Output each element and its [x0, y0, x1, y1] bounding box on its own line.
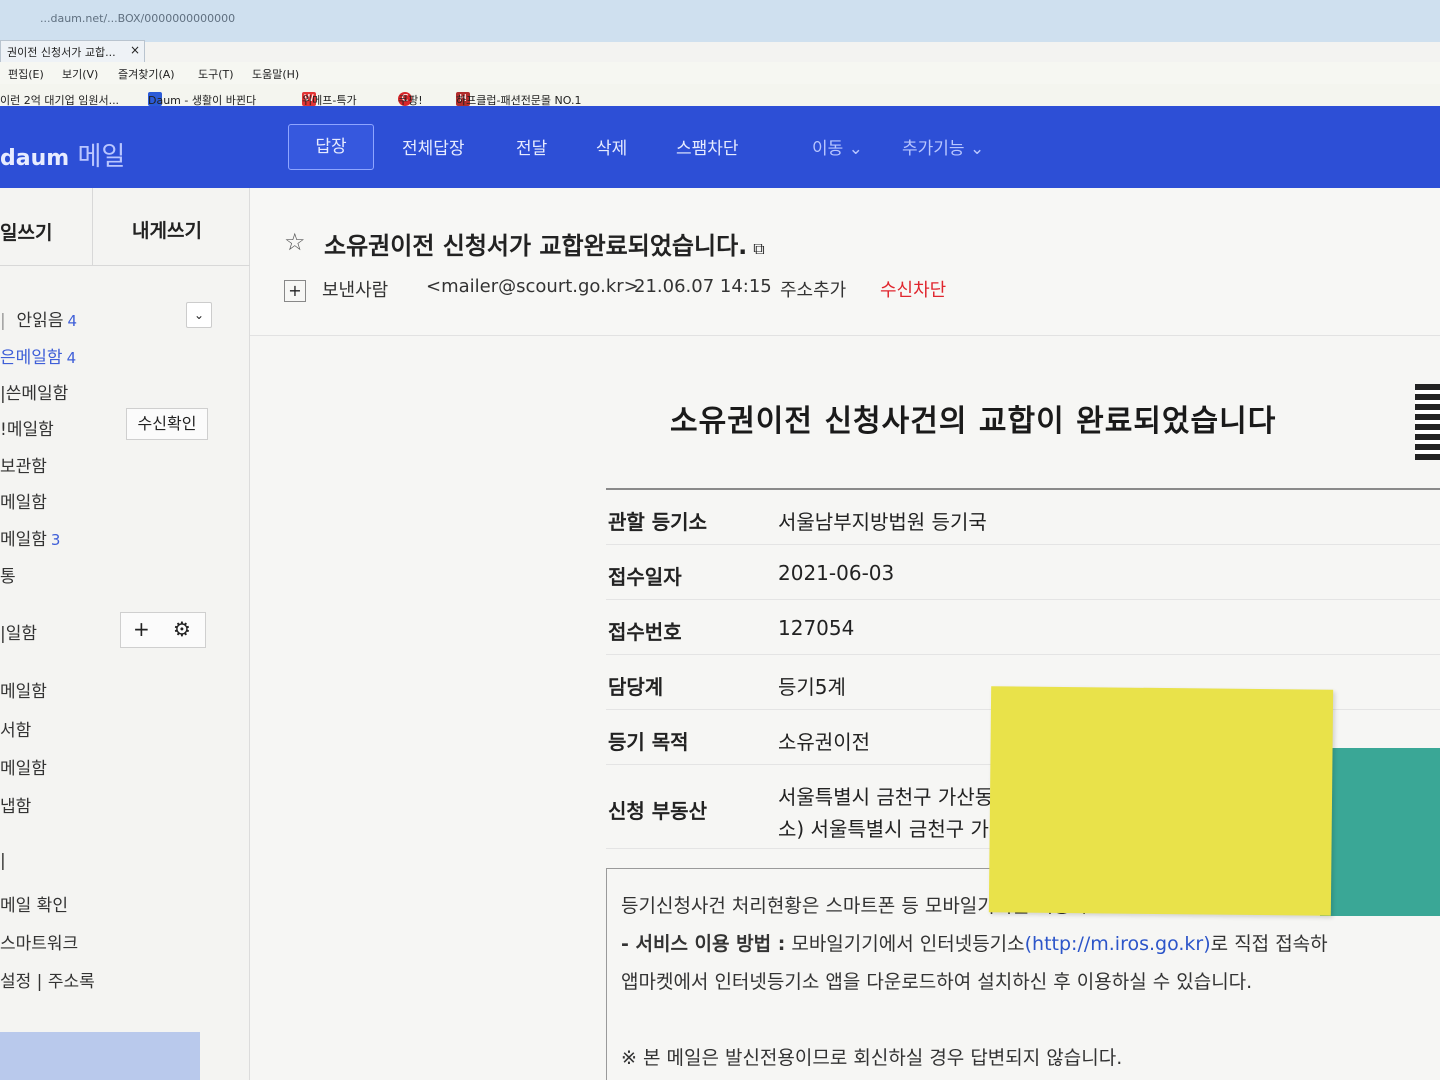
sidebar-item-mailbox[interactable]: 메일함 [0, 677, 47, 702]
message-header: ☆ 소유권이전 신청서가 교합완료되었습니다. ⧉ + 보낸사람 <mailer@… [250, 188, 1440, 336]
sidebar-item-mailbox[interactable]: 메일함 [0, 488, 47, 513]
star-icon[interactable]: ☆ [284, 228, 306, 256]
notice-footer: ※ 본 메일은 발신전용이므로 회신하실 경우 답변되지 않습니다. [621, 1047, 1123, 1069]
document-title: 소유권이전 신청사건의 교합이 완료되었습니다 [670, 404, 1277, 439]
menu-view[interactable]: 보기(V) [62, 66, 98, 82]
add-folder-icon[interactable]: + [133, 617, 150, 641]
browser-menubar: 편집(E) 보기(V) 즐겨찾기(A) 도구(T) 도움말(H) [0, 62, 1440, 84]
sidebar-item-check-mail[interactable]: 메일 확인 [0, 891, 68, 916]
delete-button[interactable]: 삭제 [596, 134, 627, 159]
message-subject: 소유권이전 신청서가 교합완료되었습니다. ⧉ [324, 232, 765, 260]
table-row: 관할 등기소 서울남부지방법원 등기국 [606, 490, 1440, 545]
address-text[interactable]: ...daum.net/...BOX/0000000000000 [40, 12, 235, 25]
sidebar-item-mailbox[interactable]: 서함 [0, 716, 31, 741]
favorites-bar: 이런 2억 대기업 임원서... Daum - 생활이 바뀐다 W 위메프-특가 … [0, 84, 1440, 107]
sidebar-item-mailbox[interactable]: 메일함 3 [0, 525, 60, 550]
table-row: 접수번호 127054 [606, 600, 1440, 655]
message-pane: ☆ 소유권이전 신청서가 교합완료되었습니다. ⧉ + 보낸사람 <mailer@… [250, 188, 1440, 1080]
sidebar-item-sent[interactable]: |쓴메일함 [0, 379, 68, 404]
self-compose-button[interactable]: 내게쓰기 [132, 216, 202, 243]
menu-tools[interactable]: 도구(T) [198, 66, 234, 82]
sidebar-item-mailbox[interactable]: 냅함 [0, 792, 31, 817]
more-functions-dropdown[interactable]: 추가기능 ⌄ [902, 134, 984, 159]
table-row: 접수일자 2021-06-03 [606, 545, 1440, 600]
sidebar-item-misc[interactable]: | [0, 851, 6, 871]
notice-line: - 서비스 이용 방법 : 모바일기기에서 인터넷등기소(http://m.ir… [621, 933, 1328, 955]
sidebar-item-trash[interactable]: 통 [0, 562, 16, 587]
divider [92, 188, 93, 266]
add-contact-link[interactable]: 주소추가 [780, 276, 846, 302]
spam-block-button[interactable]: 스팸차단 [676, 134, 739, 159]
copy-icon[interactable]: ⧉ [753, 239, 764, 259]
sidebar-item-mailbox[interactable]: 메일함 [0, 754, 47, 779]
reply-all-button[interactable]: 전체답장 [402, 134, 465, 159]
sidebar-item-mailbox[interactable]: !메일함 [0, 415, 54, 440]
folder-controls: + ⚙ [120, 612, 206, 648]
move-dropdown[interactable]: 이동 ⌄ [812, 134, 863, 159]
chevron-down-icon[interactable]: ⌄ [186, 302, 212, 328]
menu-help[interactable]: 도움말(H) [252, 66, 299, 82]
message-date: 21.06.07 14:15 [634, 276, 772, 297]
read-receipt-button[interactable]: 수신확인 [126, 408, 208, 440]
tab-close-icon[interactable]: × [130, 43, 140, 57]
block-sender-link[interactable]: 수신차단 [880, 276, 946, 302]
sender-label: 보낸사람 [322, 280, 389, 301]
menu-edit[interactable]: 편집(E) [8, 66, 44, 82]
browser-tab[interactable]: 권이전 신청서가 교합... × [0, 40, 145, 62]
menu-favorites[interactable]: 즐겨찾기(A) [118, 66, 175, 82]
browser-address-bar: ...daum.net/...BOX/0000000000000 [0, 0, 1440, 42]
unread-filter[interactable]: | 안읽음 4 [0, 306, 77, 331]
sticky-note-overlay [988, 686, 1334, 916]
sidebar-item-settings-contacts[interactable]: 설정 | 주소록 [0, 967, 95, 992]
sender-email[interactable]: <mailer@scourt.go.kr> [426, 276, 639, 297]
qr-code [1415, 384, 1440, 460]
daum-mail-logo[interactable]: daum 메일 [0, 136, 125, 173]
expand-icon[interactable]: + [284, 280, 306, 302]
compose-area: 일쓰기 내게쓰기 [0, 188, 250, 266]
sidebar-banner[interactable] [0, 1032, 200, 1080]
sidebar-item-smartwork[interactable]: 스마트워크 [0, 929, 78, 954]
notice-line: 앱마켓에서 인터넷등기소 앱을 다운로드하여 설치하신 후 이용하실 수 있습니… [621, 971, 1253, 993]
gear-icon[interactable]: ⚙ [173, 617, 191, 641]
sidebar-item-my-folders[interactable]: |일함 [0, 619, 37, 644]
sidebar-item-inbox[interactable]: 은메일함 4 [0, 343, 76, 368]
teal-paper-overlay [1320, 748, 1440, 916]
compose-button[interactable]: 일쓰기 [0, 218, 52, 245]
reply-button[interactable]: 답장 [288, 124, 374, 170]
sidebar-item-archive[interactable]: 보관함 [0, 452, 47, 477]
mail-toolbar: daum 메일 답장 전체답장 전달 삭제 스팸차단 이동 ⌄ 추가기능 ⌄ [0, 106, 1440, 188]
mail-sidebar: 일쓰기 내게쓰기 | 안읽음 4 ⌄ 은메일함 4 |쓴메일함 !메일함 수신확인 … [0, 188, 250, 1080]
tab-title: 권이전 신청서가 교합... [7, 46, 116, 59]
iros-link[interactable]: (http://m.iros.go.kr) [1025, 933, 1211, 955]
forward-button[interactable]: 전달 [516, 134, 547, 159]
